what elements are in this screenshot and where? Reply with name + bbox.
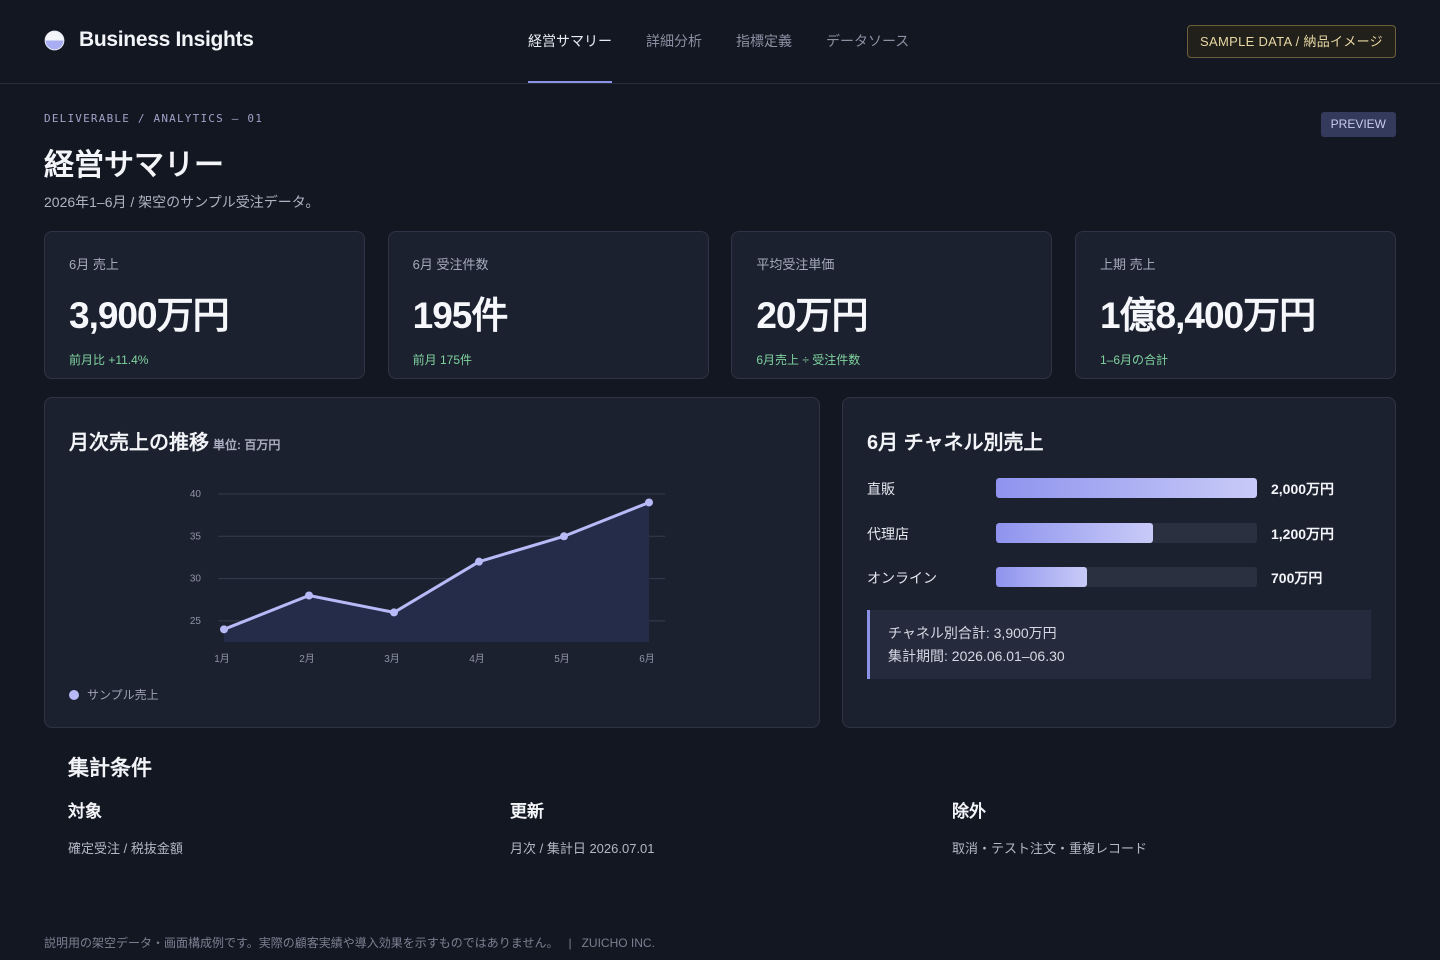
page-subtitle: 2026年1–6月 / 架空のサンプル受注データ。	[44, 194, 320, 210]
tab-metric-definitions[interactable]: 指標定義	[736, 0, 792, 84]
legend-label: サンプル売上	[87, 688, 159, 702]
data-point	[560, 532, 568, 541]
sample-data-badge: SAMPLE DATA / 納品イメージ	[1187, 25, 1396, 58]
footer: 説明用の架空データ・画面構成例です。実際の顧客実績や導入効果を示すものではありま…	[44, 934, 655, 951]
channel-row-online: オンライン 700万円	[867, 566, 1377, 588]
tab-detail-analysis[interactable]: 詳細分析	[646, 0, 702, 84]
channel-row-direct: 直販 2,000万円	[867, 477, 1377, 499]
series-area	[224, 502, 649, 642]
kpi-value: 3,900万円	[69, 295, 230, 336]
condition-body: 月次 / 集計日 2026.07.01	[510, 841, 655, 856]
brand[interactable]: Business Insights	[44, 28, 254, 52]
y-tick-label: 40	[190, 489, 202, 500]
channel-value: 1,200万円	[1271, 526, 1335, 542]
condition-head: 対象	[68, 802, 102, 821]
data-point	[645, 498, 653, 507]
data-point	[475, 557, 483, 566]
channel-bar-fill	[996, 478, 1257, 498]
kpi-label: 上期 売上	[1099, 257, 1156, 272]
x-tick-label: 2月	[299, 653, 315, 665]
channel-label: 直販	[867, 481, 895, 497]
condition-body: 取消・テスト注文・重複レコード	[952, 841, 1148, 856]
kpi-note: 1–6月の合計	[1099, 353, 1168, 367]
channel-summary-box: チャネル別合計: 3,900万円 集計期間: 2026.06.01–06.30	[867, 610, 1371, 679]
channel-label: オンライン	[867, 570, 937, 586]
x-tick-label: 4月	[469, 653, 485, 665]
kpi-value: 1億8,400万円	[1099, 295, 1316, 336]
footer-separator: |	[568, 936, 572, 950]
channel-bar-track	[996, 523, 1257, 543]
channel-period: 集計期間: 2026.06.01–06.30	[888, 648, 1065, 664]
tab-data-sources[interactable]: データソース	[826, 0, 909, 84]
y-tick-label: 35	[190, 531, 202, 542]
channel-sales-panel: 6月 チャネル別売上 直販 2,000万円 代理店 1,200万円 オンライン …	[842, 397, 1396, 728]
channel-value: 700万円	[1271, 570, 1323, 586]
condition-head: 更新	[510, 802, 544, 821]
half-circle-logo-icon	[44, 30, 65, 50]
kpi-card-h1-sales: 上期 売上 1億8,400万円 1–6月の合計	[1074, 231, 1396, 379]
x-tick-label: 6月	[639, 653, 655, 665]
x-tick-label: 1月	[214, 653, 230, 665]
kpi-note: 前月比 +11.4%	[69, 353, 149, 367]
kpi-card-average-order-value: 平均受注単価 20万円 6月売上 ÷ 受注件数	[731, 231, 1053, 379]
chart-legend: サンプル売上	[69, 686, 159, 703]
channel-bar-track	[996, 567, 1257, 587]
kpi-value: 195件	[412, 295, 509, 336]
data-point	[390, 608, 398, 617]
y-tick-label: 25	[190, 616, 202, 627]
condition-body: 確定受注 / 税抜金額	[68, 841, 183, 856]
top-bar: Business Insights 経営サマリー 詳細分析 指標定義 データソー…	[0, 0, 1440, 84]
y-tick-label: 30	[190, 574, 202, 585]
channel-value: 2,000万円	[1271, 481, 1335, 497]
channel-bar-fill	[996, 523, 1153, 543]
kpi-card-june-orders: 6月 受注件数 195件 前月 175件	[387, 231, 709, 379]
channel-row-agency: 代理店 1,200万円	[867, 522, 1377, 544]
condition-head: 除外	[952, 802, 986, 821]
legend-dot-icon	[69, 689, 79, 700]
kpi-note: 6月売上 ÷ 受注件数	[756, 353, 861, 367]
x-tick-label: 5月	[554, 653, 570, 665]
kpi-label: 平均受注単価	[756, 257, 835, 272]
eyebrow-label: DELIVERABLE / ANALYTICS — 01	[44, 112, 264, 125]
main-nav: 経営サマリー 詳細分析 指標定義 データソース	[528, 0, 943, 84]
condition-update: 更新 月次 / 集計日 2026.07.01	[510, 797, 910, 857]
condition-exclusion: 除外 取消・テスト注文・重複レコード	[952, 797, 1352, 857]
page-title: 経営サマリー	[44, 149, 224, 182]
channel-bar-track	[996, 478, 1257, 498]
kpi-row: 6月 売上 3,900万円 前月比 +11.4% 6月 受注件数 195件 前月…	[44, 231, 1396, 379]
channel-total: チャネル別合計: 3,900万円	[888, 625, 1057, 641]
preview-badge: PREVIEW	[1320, 112, 1396, 137]
monthly-sales-chart-panel: 月次売上の推移 単位: 百万円 25 30 35 40 1月 2月 3月 4月 5月 6月 サンプル…	[44, 397, 820, 728]
kpi-note: 前月 175件	[412, 353, 473, 367]
condition-target: 対象 確定受注 / 税抜金額	[68, 797, 468, 857]
tab-summary[interactable]: 経営サマリー	[528, 0, 612, 84]
footer-disclaimer: 説明用の架空データ・画面構成例です。実際の顧客実績や導入効果を示すものではありま…	[44, 936, 559, 950]
brand-name: Business Insights	[79, 28, 254, 51]
x-tick-label: 3月	[384, 653, 400, 665]
kpi-label: 6月 受注件数	[412, 257, 489, 272]
channel-panel-title: 6月 チャネル別売上	[867, 432, 1044, 454]
channel-bar-fill	[996, 567, 1088, 587]
data-point	[220, 625, 228, 634]
footer-company: ZUICHO INC.	[581, 936, 655, 950]
kpi-card-june-sales: 6月 売上 3,900万円 前月比 +11.4%	[44, 231, 365, 379]
kpi-value: 20万円	[756, 295, 868, 336]
channel-label: 代理店	[867, 526, 909, 542]
conditions-title: 集計条件	[68, 757, 152, 780]
kpi-label: 6月 売上	[69, 257, 119, 272]
monthly-sales-area-chart: 25 30 35 40 1月 2月 3月 4月 5月 6月	[190, 489, 665, 665]
data-point	[305, 591, 313, 600]
